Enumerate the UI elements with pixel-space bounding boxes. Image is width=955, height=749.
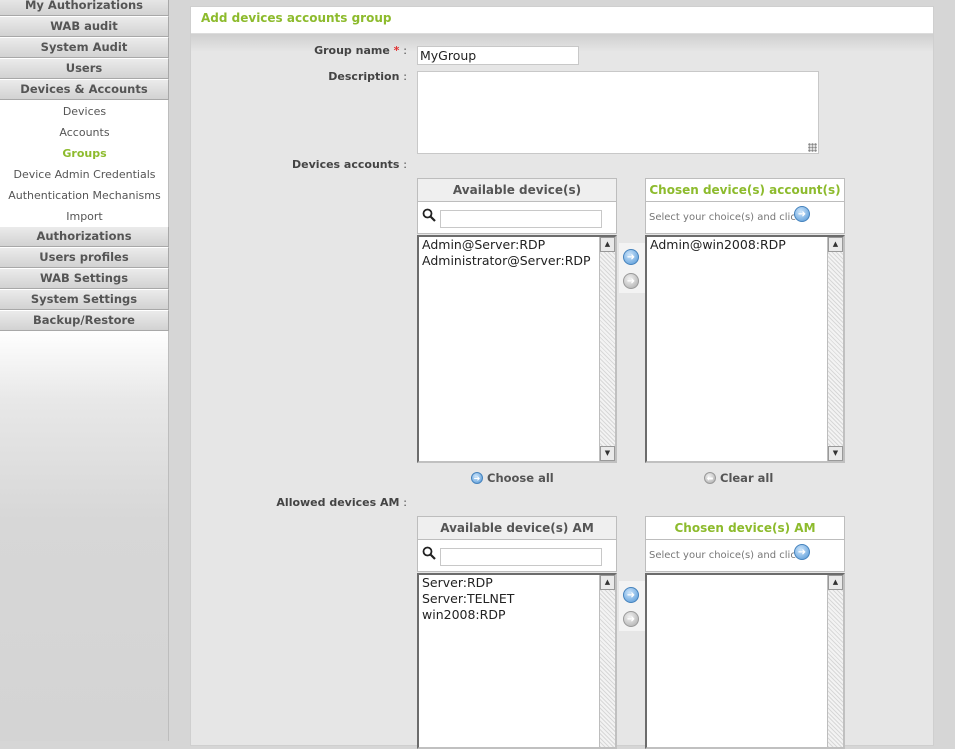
- sidebar-item-users[interactable]: Users: [0, 59, 169, 79]
- label-colon: :: [403, 496, 407, 509]
- required-mark: *: [393, 44, 400, 57]
- sidebar-item-backup-restore[interactable]: Backup/Restore: [0, 311, 169, 331]
- transfer-buttons: ➜ ➜: [619, 243, 645, 293]
- label-colon: :: [403, 158, 407, 171]
- form-panel: Add devices accounts group Group name * …: [190, 6, 934, 749]
- scroll-down-button[interactable]: ▼: [828, 446, 843, 461]
- allowed-am-label: Allowed devices AM :: [231, 496, 407, 509]
- panel-header: Add devices accounts group: [191, 7, 933, 34]
- available-accounts-filter: [417, 202, 617, 234]
- label-colon: :: [403, 70, 407, 83]
- chosen-am-hint: Select your choice(s) and click: [649, 550, 802, 561]
- search-icon: [422, 546, 436, 560]
- sidebar-subitem-device-admin-credentials[interactable]: Device Admin Credentials: [0, 164, 169, 185]
- scrollbar[interactable]: ▲ ▼: [827, 237, 843, 461]
- list-option[interactable]: Admin@Server:RDP: [419, 237, 615, 253]
- chosen-accounts-header: Chosen device(s) account(s): [645, 178, 845, 202]
- sidebar-subitem-accounts[interactable]: Accounts: [0, 122, 169, 143]
- scroll-down-button[interactable]: ▼: [600, 446, 615, 461]
- remove-selected-arrow-icon[interactable]: ➜: [623, 611, 639, 627]
- clear-all-button[interactable]: ⬅ Clear all: [704, 471, 773, 485]
- sidebar-subitem-import[interactable]: Import: [0, 206, 169, 227]
- sidebar-item-wab-audit[interactable]: WAB audit: [0, 17, 169, 37]
- sidebar-item-users-profiles[interactable]: Users profiles: [0, 248, 169, 268]
- sidebar-item-my-authorizations[interactable]: My Authorizations: [0, 0, 169, 16]
- chosen-am-header: Chosen device(s) AM: [645, 516, 845, 540]
- sidebar-item-authorizations[interactable]: Authorizations: [0, 227, 169, 247]
- chosen-accounts-list[interactable]: Admin@win2008:RDP ▲ ▼: [645, 235, 845, 463]
- sidebar-subitem-groups[interactable]: Groups: [0, 143, 169, 164]
- scrollbar[interactable]: ▲: [827, 575, 843, 747]
- available-am-search-input[interactable]: [440, 548, 602, 566]
- add-selected-arrow-icon[interactable]: ➜: [623, 587, 639, 603]
- clear-all-label: Clear all: [720, 471, 774, 485]
- list-option[interactable]: Server:TELNET: [419, 591, 615, 607]
- choose-all-arrow-icon: ➜: [471, 471, 483, 484]
- choose-all-label: Choose all: [487, 471, 554, 485]
- chosen-accounts-hint: Select your choice(s) and click: [649, 212, 802, 223]
- available-accounts-search-input[interactable]: [440, 210, 602, 228]
- available-am-filter: [417, 540, 617, 572]
- sidebar-item-system-settings[interactable]: System Settings: [0, 290, 169, 310]
- list-option[interactable]: Admin@win2008:RDP: [647, 237, 843, 253]
- available-accounts-header: Available device(s) account(s): [417, 178, 617, 219]
- scroll-up-button[interactable]: ▲: [828, 575, 843, 590]
- add-arrow-hint-icon: ➜: [794, 206, 810, 222]
- chosen-accounts-hint-row: Select your choice(s) and click ➜: [645, 202, 845, 234]
- group-name-label-text: Group name: [314, 44, 390, 57]
- search-icon: [422, 208, 436, 222]
- allowed-am-label-text: Allowed devices AM: [276, 496, 400, 509]
- label-colon: :: [403, 44, 407, 57]
- chosen-am-hint-row: Select your choice(s) and click ➜: [645, 540, 845, 572]
- scrollbar[interactable]: ▲ ▼: [599, 237, 615, 461]
- description-textarea[interactable]: [417, 71, 819, 154]
- available-accounts-list[interactable]: Admin@Server:RDP Administrator@Server:RDP…: [417, 235, 617, 463]
- add-arrow-hint-icon: ➜: [794, 544, 810, 560]
- devices-accounts-label-text: Devices accounts: [292, 158, 400, 171]
- available-am-list[interactable]: Server:RDP Server:TELNET win2008:RDP ▲: [417, 573, 617, 749]
- description-label-text: Description: [328, 70, 400, 83]
- resize-grip-icon[interactable]: [808, 143, 817, 152]
- devices-accounts-label: Devices accounts :: [231, 158, 407, 171]
- sidebar-item-system-audit[interactable]: System Audit: [0, 38, 169, 58]
- scroll-up-button[interactable]: ▲: [828, 237, 843, 252]
- description-label: Description :: [231, 70, 407, 83]
- choose-all-button[interactable]: ➜ Choose all: [471, 471, 554, 485]
- page-title: Add devices accounts group: [201, 11, 392, 25]
- sidebar-item-devices-accounts[interactable]: Devices & Accounts: [0, 80, 169, 100]
- sidebar-item-wab-settings[interactable]: WAB Settings: [0, 269, 169, 289]
- remove-selected-arrow-icon[interactable]: ➜: [623, 273, 639, 289]
- add-selected-arrow-icon[interactable]: ➜: [623, 249, 639, 265]
- available-am-header: Available device(s) AM: [417, 516, 617, 540]
- description-wrapper: [417, 71, 819, 154]
- clear-all-arrow-icon: ⬅: [704, 471, 716, 484]
- list-option[interactable]: win2008:RDP: [419, 607, 615, 623]
- list-option[interactable]: Server:RDP: [419, 575, 615, 591]
- scroll-up-button[interactable]: ▲: [600, 237, 615, 252]
- chosen-am-list[interactable]: ▲: [645, 573, 845, 749]
- scrollbar[interactable]: ▲: [599, 575, 615, 747]
- sidebar: My Authorizations WAB audit System Audit…: [0, 0, 169, 741]
- scroll-up-button[interactable]: ▲: [600, 575, 615, 590]
- list-option[interactable]: Administrator@Server:RDP: [419, 253, 615, 269]
- sidebar-subitem-devices[interactable]: Devices: [0, 101, 169, 122]
- transfer-buttons: ➜ ➜: [619, 581, 645, 631]
- sidebar-subitem-authentication-mechanisms[interactable]: Authentication Mechanisms: [0, 185, 169, 206]
- group-name-input[interactable]: [417, 46, 579, 65]
- group-name-label: Group name * :: [231, 44, 407, 57]
